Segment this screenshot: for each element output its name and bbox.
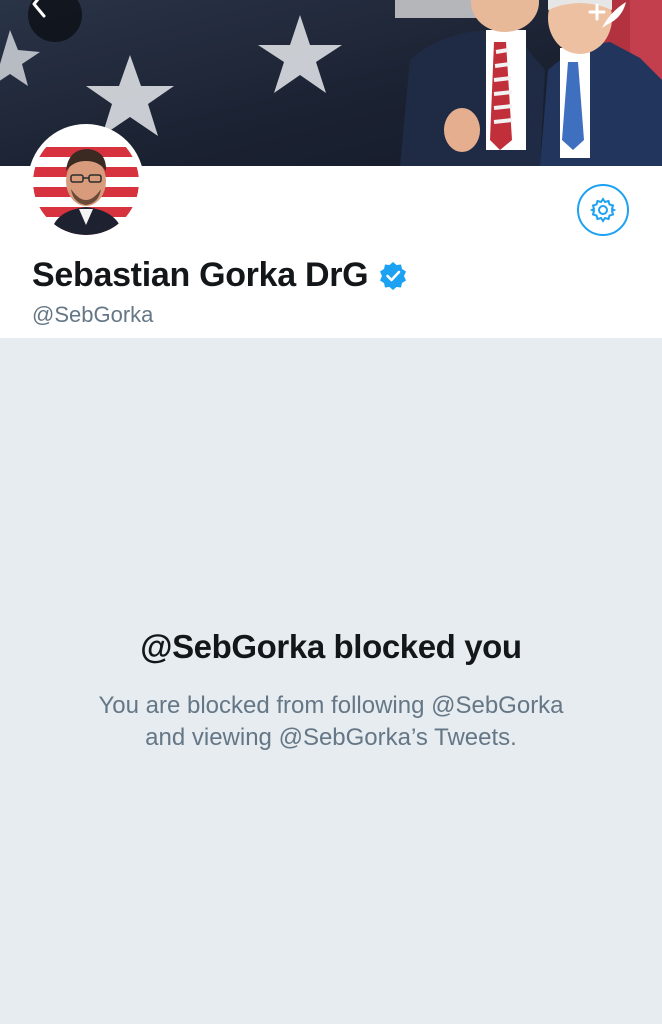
avatar[interactable] xyxy=(28,124,144,240)
settings-button[interactable] xyxy=(577,184,629,236)
verified-badge-icon xyxy=(378,261,408,291)
blocked-title: @SebGorka blocked you xyxy=(140,628,522,665)
profile-header: Sebastian Gorka DrG @SebGorka xyxy=(0,124,662,338)
blocked-description-line2: and viewing @SebGorka’s Tweets. xyxy=(145,724,517,751)
compose-tweet-icon xyxy=(588,2,626,28)
blocked-description: You are blocked from following @SebGorka… xyxy=(60,690,602,754)
gear-icon xyxy=(590,197,616,223)
compose-tweet-button[interactable] xyxy=(582,0,632,40)
display-name: Sebastian Gorka DrG xyxy=(32,256,369,294)
user-handle: @SebGorka xyxy=(32,302,154,327)
name-row: Sebastian Gorka DrG xyxy=(32,256,408,295)
chevron-left-icon xyxy=(32,0,46,18)
blocked-description-line1: You are blocked from following @SebGorka xyxy=(98,692,564,719)
avatar-image xyxy=(33,129,139,235)
